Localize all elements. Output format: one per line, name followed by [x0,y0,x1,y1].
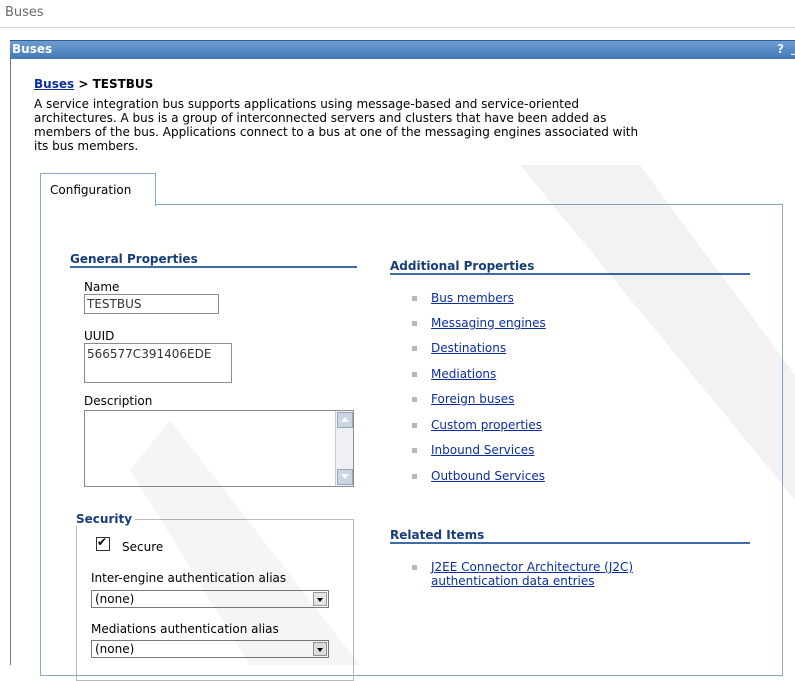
link-destinations[interactable]: Destinations [431,341,506,355]
description-scrollbar[interactable] [335,411,353,486]
name-label: Name [84,280,120,294]
intro-line: architectures. A bus is a group of inter… [34,111,607,125]
page-title: Buses [5,5,44,20]
inter-engine-alias-select[interactable]: (none) [91,590,329,608]
scroll-down-arrow-icon[interactable] [337,469,353,485]
secure-label: Secure [122,540,164,554]
inter-engine-alias-value: (none) [95,592,135,606]
intro-line: its bus members. [34,139,139,153]
uuid-value: 566577C391406EDE [87,347,212,361]
additional-properties-rule [390,273,750,275]
tab-configuration-label: Configuration [50,183,132,197]
link-custom-properties[interactable]: Custom properties [431,418,542,432]
portlet-titlebar: Buses ? _ [10,40,795,59]
bullet-icon [412,321,417,326]
mediations-alias-select[interactable]: (none) [91,640,329,658]
scroll-up-arrow-icon[interactable] [337,412,353,428]
bullet-icon [412,346,417,351]
general-properties-rule [70,266,357,268]
link-messaging-engines[interactable]: Messaging engines [431,316,546,330]
uuid-field[interactable]: 566577C391406EDE [84,343,232,383]
breadcrumb-current: TESTBUS [92,77,154,91]
bullet-icon [412,397,417,402]
link-inbound-services[interactable]: Inbound Services [431,443,534,457]
tab-configuration[interactable]: Configuration [40,173,156,206]
inter-engine-alias-label: Inter-engine authentication alias [91,571,287,585]
description-textarea[interactable] [84,410,354,487]
bullet-icon [412,423,417,428]
bullet-icon [412,474,417,479]
bullet-icon [412,565,417,570]
bullet-icon [412,448,417,453]
additional-properties-heading: Additional Properties [390,259,535,273]
security-legend: Security [73,512,136,526]
minimize-icon[interactable]: _ [791,41,795,55]
description-label: Description [84,394,153,408]
bullet-icon [412,296,417,301]
mediations-alias-value: (none) [95,642,135,656]
related-items-heading: Related Items [390,528,485,542]
bullet-icon [412,372,417,377]
link-mediations[interactable]: Mediations [431,367,496,381]
secure-checkbox[interactable]: ✔ [96,535,110,551]
link-outbound-services[interactable]: Outbound Services [431,469,545,483]
name-field[interactable]: TESTBUS [84,294,219,314]
breadcrumb-buses-link[interactable]: Buses [34,77,74,91]
link-bus-members[interactable]: Bus members [431,291,514,305]
intro-line: members of the bus. Applications connect… [34,125,639,139]
help-icon[interactable]: ? [777,42,784,56]
chevron-down-icon[interactable] [313,642,327,656]
title-divider [0,27,795,28]
intro-line: A service integration bus supports appli… [34,97,579,111]
chevron-down-icon[interactable] [313,592,327,606]
portlet-title: Buses [12,42,53,56]
j2c-link-line: authentication data entries [431,574,595,588]
link-j2c-authentication-data[interactable]: J2EE Connector Architecture (J2C) authen… [431,560,633,588]
link-foreign-buses[interactable]: Foreign buses [431,392,514,406]
portlet-left-border [10,40,11,665]
intro-description: A service integration bus supports appli… [34,97,774,153]
breadcrumb: Buses > TESTBUS [34,77,153,91]
related-items-rule [390,542,750,544]
general-properties-heading: General Properties [70,252,198,266]
breadcrumb-separator: > [78,77,89,91]
j2c-link-line: J2EE Connector Architecture (J2C) [431,560,634,574]
uuid-label: UUID [84,329,115,343]
checkmark-icon: ✔ [97,535,108,549]
mediations-alias-label: Mediations authentication alias [91,622,279,636]
